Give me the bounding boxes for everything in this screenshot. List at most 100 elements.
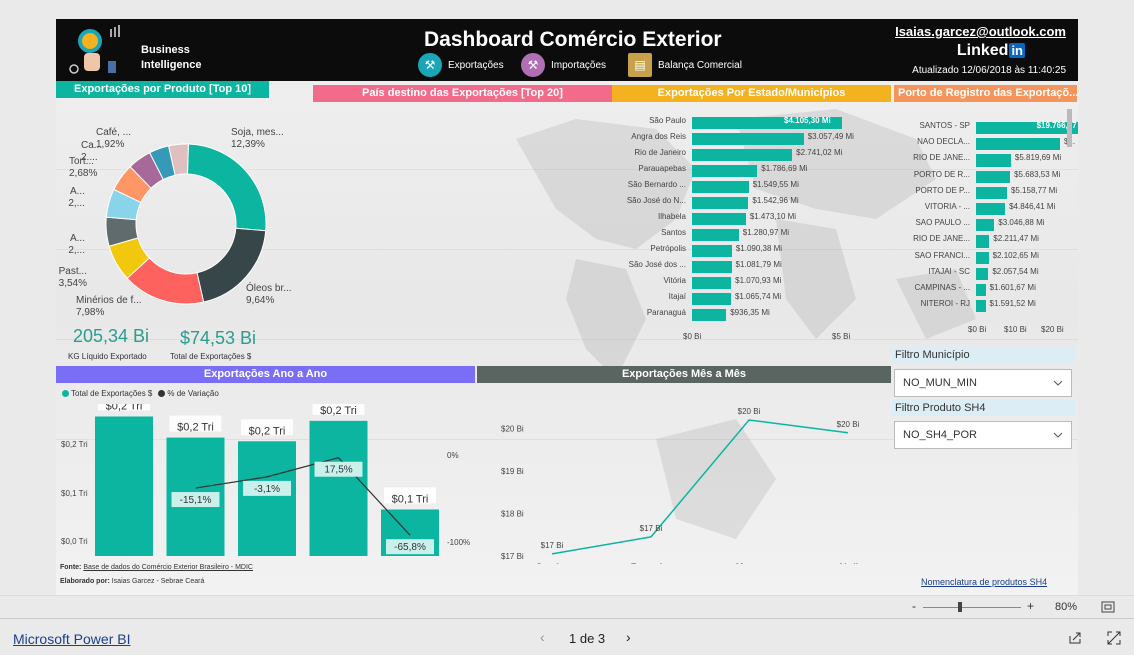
nav-exportacoes-label: Exportações bbox=[448, 59, 504, 71]
tab-estado-municipios[interactable]: Exportações Por Estado/Municípios bbox=[612, 85, 891, 102]
bar-value-label: $1.070,93 Mi bbox=[735, 276, 782, 285]
bar[interactable] bbox=[692, 213, 746, 225]
bar-value-label: $936,35 Mi bbox=[730, 308, 770, 317]
filtro-produto-dropdown[interactable]: NO_SH4_POR bbox=[894, 421, 1072, 449]
bar[interactable] bbox=[692, 229, 739, 241]
mes-mes-line-chart[interactable]: $20 Bi $19 Bi $18 Bi $17 Bi $17 Bi Janeiro $17… bbox=[496, 394, 876, 564]
bar-category-label: SAO FRANCI... bbox=[914, 250, 970, 260]
bar-category-label: RIO DE JANE... bbox=[913, 234, 970, 244]
donut-label-pct: 1,92% bbox=[96, 139, 125, 150]
donut-label-name: Soja, mes... bbox=[231, 127, 284, 138]
year-bar[interactable] bbox=[95, 416, 153, 557]
bar-value-label: $1.090,38 Mi bbox=[735, 244, 783, 253]
donut-slice-label: A... 2,... bbox=[68, 233, 85, 257]
filtro-municipio-value: NO_MUN_MIN bbox=[903, 377, 977, 389]
filtro-municipio-dropdown[interactable]: NO_MUN_MIN bbox=[894, 369, 1072, 397]
zoom-in-button[interactable]: + bbox=[1027, 599, 1034, 613]
bar[interactable] bbox=[976, 186, 1007, 199]
bar[interactable] bbox=[692, 133, 804, 145]
bar-category-label: Itajaí bbox=[668, 292, 686, 301]
ano-ano-legend: Total de Exportações $ % de Variação bbox=[62, 389, 219, 398]
zoom-slider-track[interactable] bbox=[923, 607, 1021, 608]
variation-line bbox=[195, 457, 411, 536]
bar[interactable] bbox=[976, 219, 995, 232]
zoom-bar: - + 80% bbox=[0, 595, 1134, 618]
year-bar-label: $0,2 Tri bbox=[106, 404, 143, 413]
bar[interactable] bbox=[692, 149, 793, 161]
bar[interactable] bbox=[692, 293, 731, 305]
bar[interactable] bbox=[976, 138, 1060, 151]
brand-line2: Intelligence bbox=[141, 59, 202, 71]
fonte-link[interactable]: Base de dados do Comércio Exterior Brasi… bbox=[83, 564, 253, 571]
porto-axis-1: $10 Bi bbox=[1004, 325, 1027, 334]
bar[interactable] bbox=[692, 181, 749, 193]
email-link[interactable]: Isaias.garcez@outlook.com bbox=[895, 24, 1066, 39]
nomenclatura-link[interactable]: Nomenclatura de produtos SH4 bbox=[921, 577, 1047, 587]
fit-page-icon[interactable] bbox=[1101, 601, 1115, 613]
donut-slice-label: Soja, mes... 12,39% bbox=[231, 127, 284, 151]
bar[interactable] bbox=[976, 300, 986, 313]
bar[interactable] bbox=[692, 165, 758, 177]
bar-value-label: $2.057,54 Mi bbox=[992, 266, 1039, 276]
bar-value-label: $2.102,65 Mi bbox=[992, 250, 1039, 260]
bar[interactable] bbox=[976, 203, 1006, 216]
bar-category-label: NAO DECLA... bbox=[917, 137, 970, 147]
nav-exportacoes-button[interactable]: ⚒ Exportações bbox=[418, 53, 504, 77]
zoom-slider-thumb[interactable] bbox=[958, 602, 962, 612]
elaborado-label: Elaborado por: bbox=[60, 578, 110, 585]
bar-value-label: $3.057,49 Mi bbox=[807, 132, 854, 141]
filtro-municipio-title: Filtro Município bbox=[892, 347, 1076, 363]
bar[interactable] bbox=[692, 197, 749, 209]
powerbi-brand-link[interactable]: Microsoft Power BI bbox=[13, 631, 130, 647]
share-icon[interactable] bbox=[1068, 631, 1082, 644]
fullscreen-icon[interactable] bbox=[1107, 631, 1121, 645]
bar[interactable] bbox=[976, 251, 989, 264]
year-bar[interactable] bbox=[309, 420, 368, 556]
tab-pais-destino[interactable]: País destino das Exportações [Top 20] bbox=[313, 85, 612, 102]
bar-category-label: São Paulo bbox=[649, 116, 686, 125]
linkedin-link[interactable]: Linked in bbox=[957, 42, 1025, 60]
tab-exportacoes-produto[interactable]: Exportações por Produto [Top 10] bbox=[56, 81, 269, 98]
bar[interactable] bbox=[976, 170, 1011, 183]
zoom-out-button[interactable]: - bbox=[912, 599, 916, 613]
mes-ytick: $19 Bi bbox=[501, 467, 524, 476]
nav-importacoes-button[interactable]: ⚒ Importações bbox=[521, 53, 606, 77]
donut-slice[interactable] bbox=[186, 143, 267, 232]
ano-ano-combo-chart[interactable]: $0,2 Tri2014$0,2 Tri2015$0,2 Tri2016$0,2… bbox=[86, 404, 446, 559]
bar[interactable] bbox=[976, 284, 986, 297]
bar[interactable] bbox=[692, 309, 727, 321]
import-icon: ⚒ bbox=[521, 53, 545, 77]
next-page-icon[interactable]: › bbox=[626, 629, 631, 645]
mes-xtick: Março bbox=[736, 562, 763, 564]
bar-category-label: ITAJAI - SC bbox=[928, 266, 970, 276]
mes-line[interactable] bbox=[551, 419, 849, 555]
brand-line1: Business bbox=[141, 44, 190, 56]
donut-label-name: Óleos br... bbox=[246, 283, 292, 294]
business-intelligence-logo-icon bbox=[69, 25, 120, 74]
updated-timestamp: Atualizado 12/06/2018 às 11:40:25 bbox=[912, 65, 1066, 76]
bar-value-label: $4.105,30 Mi bbox=[784, 116, 831, 125]
linkedin-text: Linked bbox=[956, 42, 1009, 59]
elaborado-value: Isaias Garcez - Sebrae Ceará bbox=[111, 578, 205, 585]
tab-porto-registro[interactable]: Porto de Registro das Exportaçõ... bbox=[894, 85, 1077, 102]
balance-icon: ▤ bbox=[628, 53, 652, 77]
portos-scrollbar[interactable] bbox=[1067, 109, 1072, 147]
donut-label-pct: 7,98% bbox=[76, 307, 105, 318]
bar[interactable] bbox=[692, 277, 732, 289]
bar[interactable] bbox=[976, 267, 989, 280]
bar[interactable] bbox=[976, 154, 1011, 167]
bar-category-label: Ilhabela bbox=[657, 212, 686, 221]
page-indicator: 1 de 3 bbox=[569, 631, 606, 646]
mes-point-label: $20 Bi bbox=[738, 407, 761, 416]
bar-category-label: CAMPINAS - ... bbox=[914, 283, 970, 292]
prev-page-icon[interactable]: ‹ bbox=[540, 629, 545, 645]
donut-label-name: Past... bbox=[58, 266, 87, 277]
bar-value-label: $1.081,79 Mi bbox=[735, 260, 782, 269]
year-bar[interactable] bbox=[238, 441, 296, 556]
bar-category-label: PORTO DE P... bbox=[915, 185, 970, 195]
bar[interactable] bbox=[976, 235, 990, 248]
bar[interactable] bbox=[692, 245, 732, 257]
bar[interactable] bbox=[692, 261, 732, 273]
nav-balanca-button[interactable]: ▤ Balança Comercial bbox=[628, 53, 742, 77]
linkedin-icon: in bbox=[1009, 43, 1025, 58]
